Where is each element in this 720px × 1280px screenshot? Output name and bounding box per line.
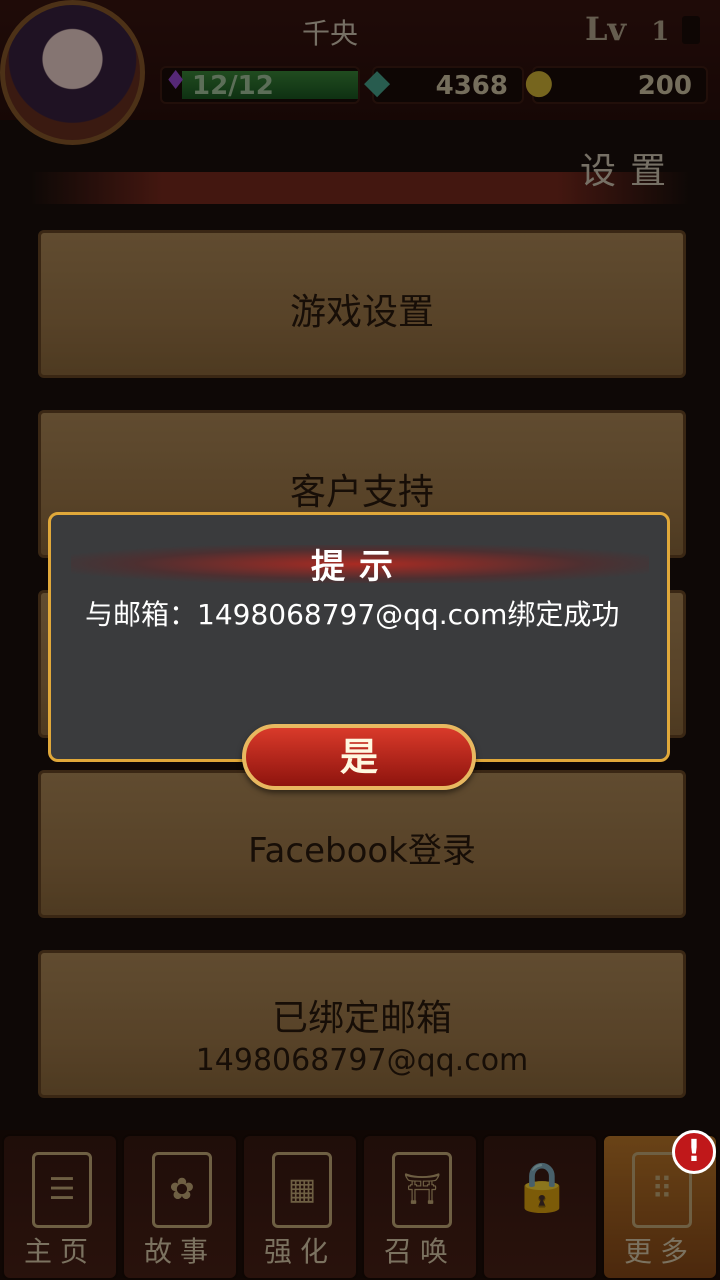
confirm-button[interactable]: 是: [242, 724, 476, 790]
dialog-message: 与邮箱：1498068797@qq.com绑定成功: [85, 598, 620, 631]
notification-badge: !: [672, 1130, 716, 1174]
dialog-title: 提示: [311, 547, 407, 587]
